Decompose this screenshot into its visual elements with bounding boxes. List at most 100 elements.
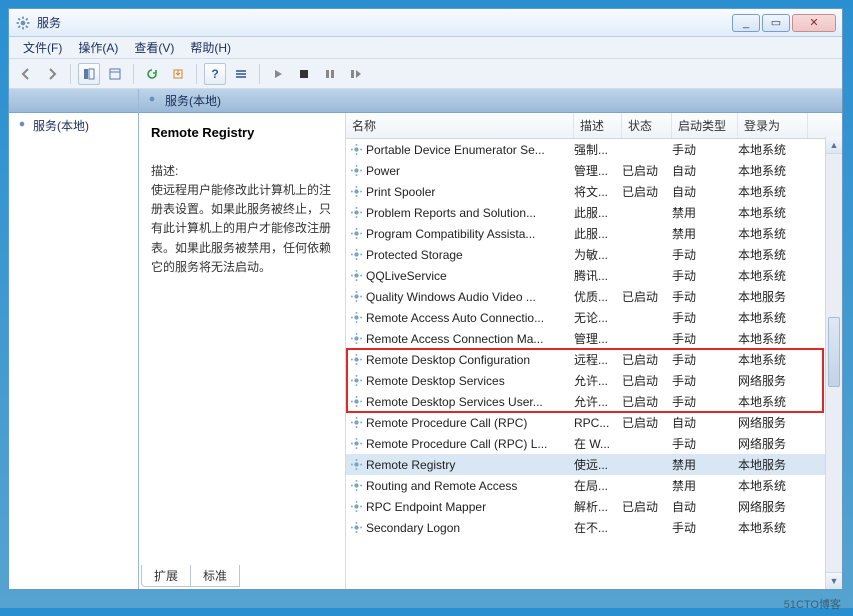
service-row[interactable]: Power管理...已启动自动本地系统 <box>346 160 842 181</box>
cell-logon: 本地服务 <box>738 288 808 305</box>
description-label: 描述: <box>151 162 333 181</box>
help-button[interactable]: ? <box>204 63 226 85</box>
menu-file[interactable]: 文件(F) <box>15 37 70 58</box>
service-row[interactable]: Remote Procedure Call (RPC) L...在 W...手动… <box>346 433 842 454</box>
properties-button[interactable] <box>104 63 126 85</box>
show-hide-tree-button[interactable] <box>78 63 100 85</box>
service-row[interactable]: Program Compatibility Assista...此服...禁用本… <box>346 223 842 244</box>
cell-logon: 本地服务 <box>738 456 808 473</box>
cell-logon: 本地系统 <box>738 162 808 179</box>
forward-button[interactable] <box>41 63 63 85</box>
service-row[interactable]: Remote Procedure Call (RPC)RPC...已启动自动网络… <box>346 412 842 433</box>
service-row[interactable]: Problem Reports and Solution...此服...禁用本地… <box>346 202 842 223</box>
cell-start: 手动 <box>672 288 738 305</box>
cell-desc: 此服... <box>574 204 622 221</box>
col-desc[interactable]: 描述 <box>574 113 622 138</box>
cell-name: Remote Access Connection Ma... <box>366 332 574 346</box>
watermark: 51CTO博客 <box>784 596 841 612</box>
cell-desc: 使远... <box>574 456 622 473</box>
cell-logon: 本地系统 <box>738 330 808 347</box>
scrollbar[interactable]: ▲ ▼ <box>825 137 842 589</box>
col-name[interactable]: 名称 <box>346 113 574 138</box>
export-button[interactable] <box>167 63 189 85</box>
cell-desc: 远程... <box>574 351 622 368</box>
cell-logon: 本地系统 <box>738 477 808 494</box>
cell-logon: 本地系统 <box>738 246 808 263</box>
cell-name: Print Spooler <box>366 185 574 199</box>
menu-view[interactable]: 查看(V) <box>126 37 182 58</box>
gear-icon <box>346 332 366 345</box>
tab-extended[interactable]: 扩展 <box>141 565 191 587</box>
stop-service-button[interactable] <box>293 63 315 85</box>
start-service-button[interactable] <box>267 63 289 85</box>
cell-status: 已启动 <box>622 162 672 179</box>
service-row[interactable]: RPC Endpoint Mapper解析...已启动自动网络服务 <box>346 496 842 517</box>
col-start[interactable]: 启动类型 <box>672 113 738 138</box>
service-row[interactable]: QQLiveService腾讯...手动本地系统 <box>346 265 842 286</box>
tab-standard[interactable]: 标准 <box>190 565 240 587</box>
cell-desc: 无论... <box>574 309 622 326</box>
cell-name: Program Compatibility Assista... <box>366 227 574 241</box>
gear-icon <box>346 437 366 450</box>
scroll-down-button[interactable]: ▼ <box>826 572 842 589</box>
pause-service-button[interactable] <box>319 63 341 85</box>
service-row[interactable]: Protected Storage为敏...手动本地系统 <box>346 244 842 265</box>
service-row[interactable]: Remote Desktop Configuration远程...已启动手动本地… <box>346 349 842 370</box>
service-row[interactable]: Quality Windows Audio Video ...优质...已启动手… <box>346 286 842 307</box>
cell-status: 已启动 <box>622 414 672 431</box>
gear-icon <box>15 117 29 134</box>
service-row[interactable]: Routing and Remote Access在局...禁用本地系统 <box>346 475 842 496</box>
maximize-button[interactable]: ▭ <box>762 14 790 32</box>
column-headers[interactable]: 名称 描述 状态 启动类型 登录为 <box>346 113 842 139</box>
titlebar[interactable]: 服务 _ ▭ ✕ <box>9 9 842 37</box>
cell-name: Remote Desktop Configuration <box>366 353 574 367</box>
service-row[interactable]: Remote Desktop Services允许...已启动手动网络服务 <box>346 370 842 391</box>
gear-icon <box>346 206 366 219</box>
cell-logon: 本地系统 <box>738 141 808 158</box>
close-button[interactable]: ✕ <box>792 14 836 32</box>
service-row[interactable]: Print Spooler将文...已启动自动本地系统 <box>346 181 842 202</box>
cell-status: 已启动 <box>622 498 672 515</box>
cell-start: 禁用 <box>672 225 738 242</box>
restart-service-button[interactable] <box>345 63 367 85</box>
cell-desc: 在不... <box>574 519 622 536</box>
cell-desc: 此服... <box>574 225 622 242</box>
cell-logon: 本地系统 <box>738 351 808 368</box>
cell-name: Portable Device Enumerator Se... <box>366 143 574 157</box>
service-row[interactable]: Remote Access Connection Ma...管理...手动本地系… <box>346 328 842 349</box>
gear-icon <box>346 416 366 429</box>
service-row[interactable]: Remote Desktop Services User...允许...已启动手… <box>346 391 842 412</box>
gear-icon <box>346 311 366 324</box>
cell-logon: 本地系统 <box>738 519 808 536</box>
refresh-button[interactable] <box>141 63 163 85</box>
col-logon[interactable]: 登录为 <box>738 113 808 138</box>
cell-desc: 优质... <box>574 288 622 305</box>
col-status[interactable]: 状态 <box>622 113 672 138</box>
gear-icon <box>145 92 159 109</box>
back-button[interactable] <box>15 63 37 85</box>
menu-action[interactable]: 操作(A) <box>70 37 126 58</box>
service-row[interactable]: Secondary Logon在不...手动本地系统 <box>346 517 842 538</box>
scroll-up-button[interactable]: ▲ <box>826 137 842 154</box>
cell-name: Secondary Logon <box>366 521 574 535</box>
tree-header <box>9 89 138 113</box>
pane-header: 服务(本地) <box>139 89 842 113</box>
menu-help[interactable]: 帮助(H) <box>182 37 239 58</box>
cell-logon: 网络服务 <box>738 435 808 452</box>
minimize-button[interactable]: _ <box>732 14 760 32</box>
detail-panel: Remote Registry 描述: 使远程用户能修改此计算机上的注册表设置。… <box>139 113 345 589</box>
cell-status: 已启动 <box>622 351 672 368</box>
separator <box>259 64 260 84</box>
view-detail-button[interactable] <box>230 63 252 85</box>
view-tabs: 扩展 标准 <box>141 565 239 587</box>
service-row[interactable]: Remote Registry使远...禁用本地服务 <box>346 454 842 475</box>
service-row[interactable]: Remote Access Auto Connectio...无论...手动本地… <box>346 307 842 328</box>
gear-icon <box>346 143 366 156</box>
tree-root[interactable]: 服务(本地) <box>9 113 138 138</box>
cell-name: Problem Reports and Solution... <box>366 206 574 220</box>
gear-icon <box>346 290 366 303</box>
scroll-thumb[interactable] <box>828 317 840 387</box>
service-row[interactable]: Portable Device Enumerator Se...强制...手动本… <box>346 139 842 160</box>
cell-logon: 本地系统 <box>738 393 808 410</box>
cell-logon: 网络服务 <box>738 498 808 515</box>
